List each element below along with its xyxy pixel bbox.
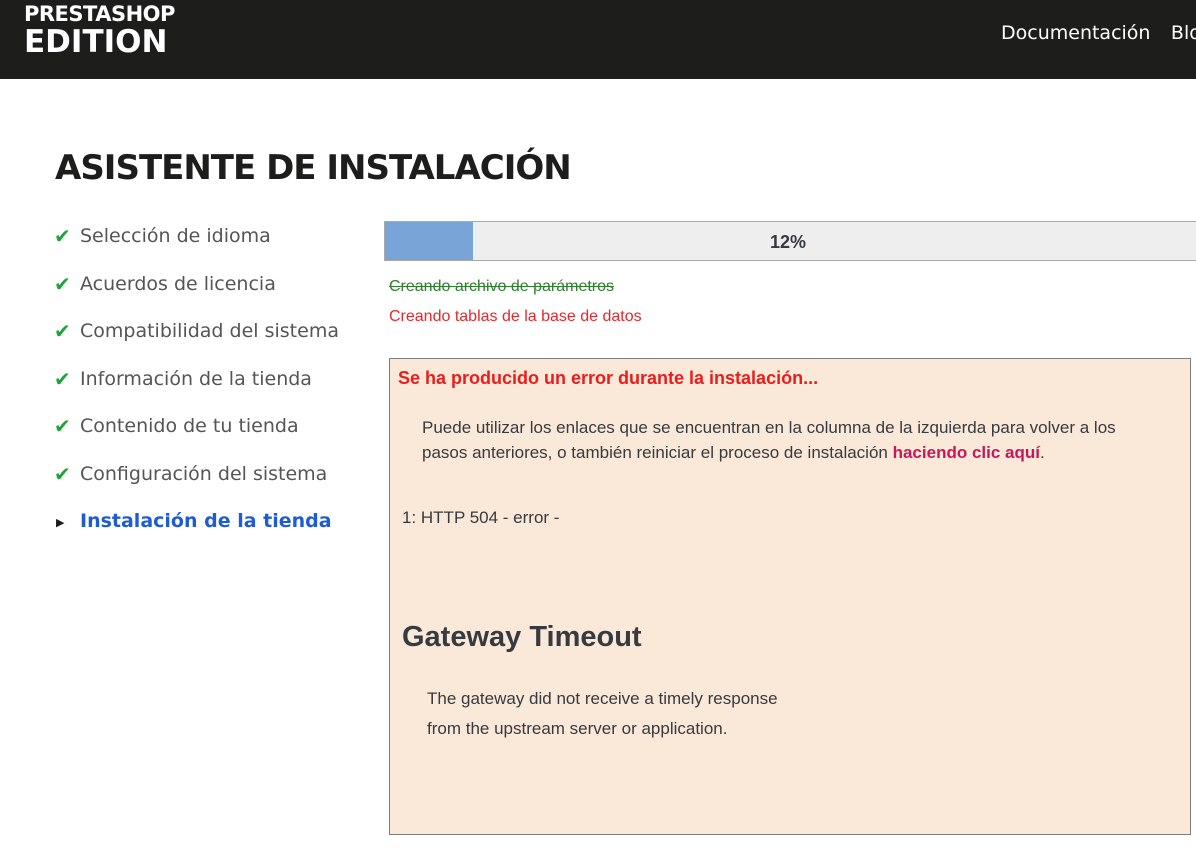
error-code: 1: HTTP 504 - error - <box>402 508 560 527</box>
step-label: Compatibilidad del sistema <box>80 320 339 342</box>
check-icon: ✔ <box>54 319 71 343</box>
step-label: Acuerdos de licencia <box>80 272 276 295</box>
check-icon: ✔ <box>54 366 71 391</box>
gateway-timeout-text: The gateway did not receive a timely res… <box>427 684 778 744</box>
logo-line-1: PRESTASHOP <box>24 2 175 26</box>
nav-link-blog[interactable]: Blog <box>1171 22 1196 44</box>
nav-link-documentacion[interactable]: Documentación <box>1001 22 1150 44</box>
task-in-progress: Creando tablas de la base de datos <box>389 308 642 325</box>
step-label: Selección de idioma <box>80 225 271 247</box>
task-completed: Creando archivo de parámetros <box>389 278 615 295</box>
error-panel: Se ha producido un error durante la inst… <box>389 358 1191 835</box>
logo-line-2: EDITION <box>24 24 168 60</box>
progress-percent: 12% <box>770 232 807 252</box>
gateway-text-line-2: from the upstream server or application. <box>427 719 728 738</box>
step-label: Instalación de la tienda <box>80 510 332 532</box>
error-title: Se ha producido un error durante la inst… <box>398 368 819 388</box>
header-nav: Documentación Blog <box>1001 22 1196 44</box>
step-label: Información de la tienda <box>80 367 312 390</box>
error-message-end: . <box>1039 443 1045 462</box>
gateway-text-line-1: The gateway did not receive a timely res… <box>427 689 778 708</box>
install-progress-bar: 12% <box>384 221 1196 261</box>
error-message: Puede utilizar los enlaces que se encuen… <box>422 415 1162 465</box>
step-label: Contenido de tu tienda <box>80 415 299 437</box>
check-icon: ✔ <box>54 414 71 438</box>
top-header: PRESTASHOP EDITION Documentación Blog <box>0 0 1196 79</box>
gateway-timeout-title: Gateway Timeout <box>402 621 642 653</box>
page-title: ASISTENTE DE INSTALACIÓN <box>55 148 572 188</box>
triangle-right-icon: ▶ <box>56 516 65 529</box>
prestashop-edition-logo[interactable]: PRESTASHOP EDITION <box>24 4 175 58</box>
check-icon: ✔ <box>54 461 71 486</box>
check-icon: ✔ <box>54 271 71 296</box>
restart-install-link[interactable]: haciendo clic aquí <box>893 443 1040 462</box>
check-icon: ✔ <box>54 224 71 248</box>
step-label: Configuración del sistema <box>80 462 328 485</box>
progress-fill <box>385 222 474 260</box>
